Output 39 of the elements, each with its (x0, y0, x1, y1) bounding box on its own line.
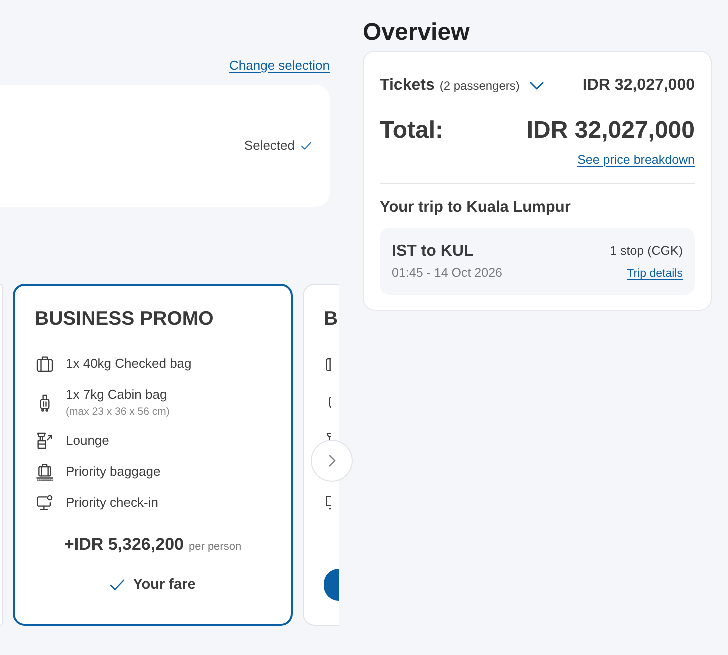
fare-card[interactable]: B (303, 284, 339, 626)
total-price: IDR 32,027,000 (526, 116, 695, 146)
feature-label: 1x 40kg Checked bag (66, 355, 192, 373)
check-icon (110, 579, 126, 591)
fare-status: Your fare (133, 576, 196, 595)
feature-label: Lounge (66, 432, 110, 450)
cut-off-icon (326, 496, 331, 510)
passenger-count: (2 passengers) (440, 78, 520, 95)
total-label: Total: (380, 116, 444, 146)
trip-details-link[interactable]: Trip details (627, 265, 683, 283)
departure-time: 01:45 - 14 Oct 2026 (392, 265, 502, 282)
route-label: IST to KUL (392, 242, 475, 262)
price-unit: per person (188, 540, 242, 555)
cut-off-icon (326, 432, 331, 440)
check-icon (301, 142, 312, 150)
stops-label: 1 stop (CGK) (610, 243, 683, 260)
feature-label: 1x 7kg Cabin bag (66, 386, 168, 404)
tickets-price: IDR 32,027,000 (582, 76, 695, 96)
conveyor-suitcase-icon (35, 462, 55, 482)
feature-label: Priority baggage (66, 463, 161, 481)
suitcase-icon (35, 354, 55, 374)
price-breakdown-link[interactable]: See price breakdown (578, 151, 695, 169)
trip-title: Your trip to Kuala Lumpur (380, 198, 572, 218)
chevron-down-icon[interactable] (530, 82, 544, 90)
selected-status: Selected (244, 137, 295, 155)
feature-label: Priority check-in (66, 494, 158, 512)
overview-title: Overview (363, 18, 471, 48)
tickets-label: Tickets (380, 76, 435, 96)
fare-card[interactable]: BUSINESS PROMO 1x 40kg Checked bag 1x 7kg Cabin bag (max 23 x 36 x 56 cm) Lounge Priority baggage Priority check-in +IDR 5,326,200 per person Your fare (13, 284, 293, 626)
fare-title: BUSINESS PROMO (35, 307, 215, 332)
tower-icon (35, 431, 55, 451)
feature-note: (max 23 x 36 x 56 cm) (66, 405, 170, 420)
cut-off-icon (326, 356, 331, 372)
change-selection-link[interactable]: Change selection (230, 57, 330, 75)
monitor-icon (35, 493, 55, 513)
fare-price: +IDR 5,326,200 (64, 534, 184, 556)
fare-title: B (324, 307, 339, 332)
chevron-right-icon (328, 455, 336, 467)
select-fare-button[interactable] (324, 569, 339, 601)
